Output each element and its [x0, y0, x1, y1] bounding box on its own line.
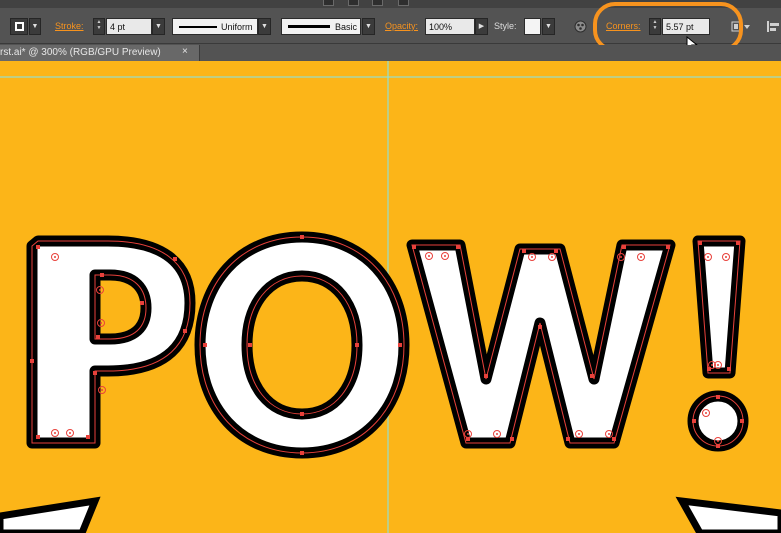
- anchor-point[interactable]: [727, 367, 731, 371]
- brush-dropdown[interactable]: ▼: [362, 18, 375, 35]
- anchor-point[interactable]: [716, 395, 720, 399]
- toolbar-icon[interactable]: [398, 0, 409, 6]
- anchor-point[interactable]: [86, 435, 90, 439]
- letter-p[interactable]: [26, 235, 196, 449]
- toolbar-icon[interactable]: [323, 0, 334, 6]
- anchor-point[interactable]: [736, 241, 740, 245]
- profile-dropdown[interactable]: ▼: [258, 18, 271, 35]
- burst-fragment-left: [0, 496, 101, 533]
- anchor-point[interactable]: [692, 419, 696, 423]
- live-corner-dot: [551, 256, 553, 258]
- anchor-point[interactable]: [538, 325, 542, 329]
- canvas[interactable]: [0, 61, 781, 533]
- live-corner-dot: [608, 433, 610, 435]
- anchor-point[interactable]: [522, 249, 526, 253]
- anchor-point[interactable]: [203, 343, 207, 347]
- live-corner-dot: [100, 322, 102, 324]
- anchor-point[interactable]: [698, 241, 702, 245]
- live-corner-dot: [620, 256, 622, 258]
- pow-artwork[interactable]: [0, 61, 781, 533]
- document-tab-bar: rst.ai* @ 300% (RGB/GPU Preview) ×: [0, 45, 781, 61]
- brush-label: Basic: [335, 22, 358, 32]
- anchor-point[interactable]: [484, 374, 488, 378]
- stroke-weight-dropdown[interactable]: ▼: [152, 18, 165, 35]
- anchor-point[interactable]: [173, 257, 177, 261]
- live-corner-dot: [496, 433, 498, 435]
- stroke-swatch-dropdown[interactable]: ▼: [29, 18, 41, 35]
- live-corner-dot: [54, 432, 56, 434]
- live-corner-dot: [717, 364, 719, 366]
- anchor-point[interactable]: [30, 359, 34, 363]
- variable-width-profile[interactable]: Uniform: [172, 18, 258, 35]
- letter-exclamation[interactable]: [687, 235, 749, 452]
- stroke-swatch[interactable]: [10, 18, 28, 35]
- anchor-point[interactable]: [100, 273, 104, 277]
- live-corner-dot: [705, 412, 707, 414]
- live-corner-dot: [428, 255, 430, 257]
- anchor-point[interactable]: [140, 301, 144, 305]
- anchor-point[interactable]: [590, 374, 594, 378]
- anchor-point[interactable]: [554, 249, 558, 253]
- anchor-point[interactable]: [412, 245, 416, 249]
- anchor-point[interactable]: [355, 343, 359, 347]
- anchor-point[interactable]: [456, 245, 460, 249]
- live-corner-dot: [711, 364, 713, 366]
- stroke-weight-stepper[interactable]: ▲ ▼: [93, 18, 105, 35]
- align-panel-icon[interactable]: [765, 18, 781, 35]
- document-tab[interactable]: rst.ai* @ 300% (RGB/GPU Preview) ×: [0, 45, 200, 61]
- anchor-point[interactable]: [612, 437, 616, 441]
- anchor-point[interactable]: [398, 343, 402, 347]
- graphic-style-swatch[interactable]: [524, 18, 541, 35]
- anchor-point[interactable]: [36, 435, 40, 439]
- anchor-point[interactable]: [300, 235, 304, 239]
- artboard[interactable]: [0, 61, 781, 533]
- live-corner-dot: [101, 389, 103, 391]
- anchor-point[interactable]: [566, 437, 570, 441]
- stroke-label[interactable]: Stroke:: [55, 18, 84, 35]
- recolor-artwork-icon[interactable]: [573, 18, 588, 35]
- style-dropdown[interactable]: ▼: [542, 18, 555, 35]
- live-corner-dot: [99, 289, 101, 291]
- letter-w[interactable]: [406, 239, 676, 449]
- style-label: Style:: [494, 21, 517, 31]
- opacity-arrow[interactable]: ▶: [475, 18, 488, 35]
- profile-label: Uniform: [221, 22, 253, 32]
- live-corner-dot: [531, 256, 533, 258]
- anchor-point[interactable]: [300, 412, 304, 416]
- anchor-point[interactable]: [510, 437, 514, 441]
- live-corner-dot: [54, 256, 56, 258]
- anchor-point[interactable]: [96, 335, 100, 339]
- anchor-point[interactable]: [622, 245, 626, 249]
- live-corner-dot: [467, 433, 469, 435]
- toolbar-icon[interactable]: [348, 0, 359, 6]
- live-corner-dot: [707, 256, 709, 258]
- live-corner-dot: [69, 432, 71, 434]
- anchor-point[interactable]: [666, 245, 670, 249]
- live-corner-dot: [640, 256, 642, 258]
- brush-definition[interactable]: Basic: [281, 18, 361, 35]
- stroke-weight-field[interactable]: 4 pt: [106, 18, 152, 35]
- letter-o[interactable]: [194, 231, 410, 459]
- live-corner-dot: [444, 255, 446, 257]
- live-corner-dot: [725, 256, 727, 258]
- stroke-square-icon: [15, 22, 24, 31]
- anchor-point[interactable]: [248, 343, 252, 347]
- opacity-label[interactable]: Opacity:: [385, 18, 418, 35]
- close-tab-icon[interactable]: ×: [182, 46, 188, 57]
- opacity-field[interactable]: 100%: [425, 18, 475, 35]
- anchor-point[interactable]: [93, 371, 97, 375]
- live-corner-dot: [578, 433, 580, 435]
- anchor-point[interactable]: [300, 451, 304, 455]
- document-tab-title: rst.ai* @ 300% (RGB/GPU Preview): [0, 47, 161, 58]
- anchor-point[interactable]: [740, 419, 744, 423]
- anchor-point[interactable]: [36, 245, 40, 249]
- anchor-point[interactable]: [183, 329, 187, 333]
- burst-fragment-right: [675, 496, 781, 533]
- toolbar-icon[interactable]: [372, 0, 383, 6]
- live-corner-dot: [717, 440, 719, 442]
